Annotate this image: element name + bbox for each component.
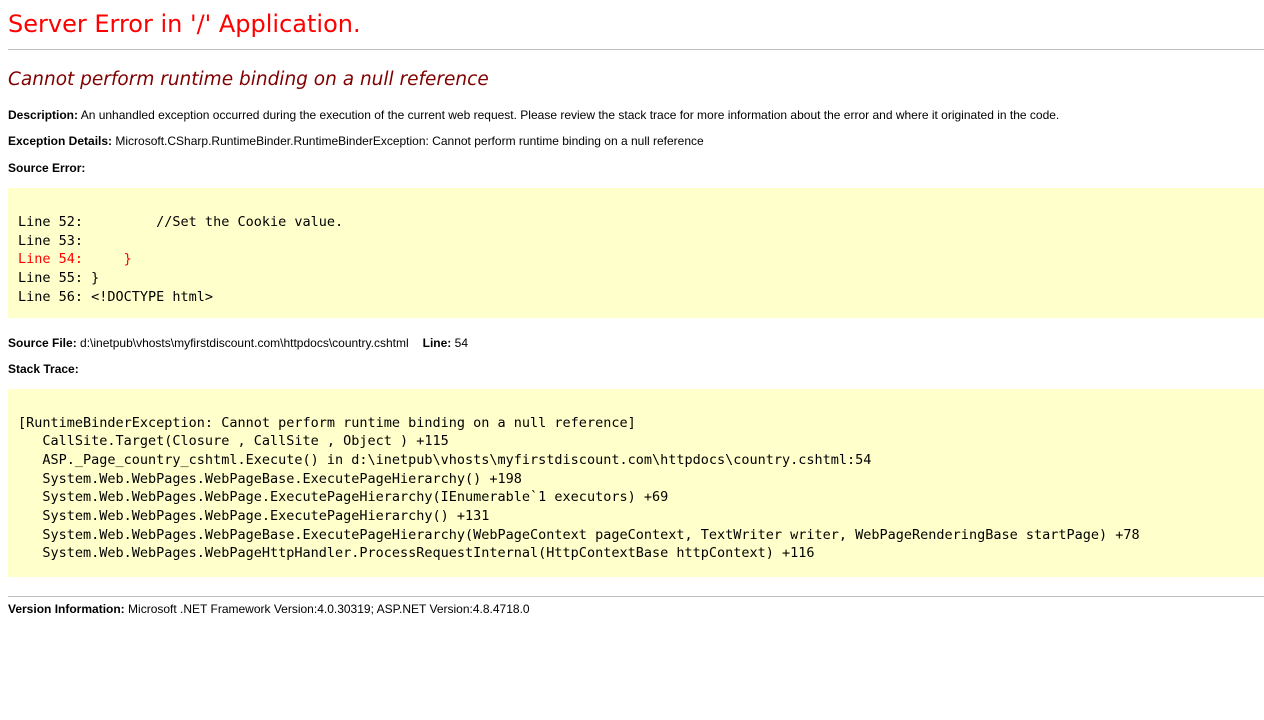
stack-trace-label: Stack Trace: [8, 362, 79, 376]
footer-divider [8, 596, 1264, 597]
source-file-path: d:\inetpub\vhosts\myfirstdiscount.com\ht… [80, 336, 409, 350]
source-error-code-block: Line 52: //Set the Cookie value.Line 53:… [8, 188, 1264, 318]
stack-line: ASP._Page_country_cshtml.Execute() in d:… [18, 451, 1262, 470]
exception-details-text: Microsoft.CSharp.RuntimeBinder.RuntimeBi… [115, 134, 703, 148]
stack-line: CallSite.Target(Closure , CallSite , Obj… [18, 432, 1262, 451]
stack-line: System.Web.WebPages.WebPageBase.ExecuteP… [18, 526, 1262, 545]
exception-details-row: Exception Details: Microsoft.CSharp.Runt… [8, 134, 1264, 148]
version-info-text: Microsoft .NET Framework Version:4.0.303… [128, 602, 530, 616]
code-line: Line 56: <!DOCTYPE html> [18, 288, 1262, 307]
line-number: 54 [455, 336, 468, 350]
source-code: Line 52: //Set the Cookie value.Line 53:… [8, 188, 1264, 318]
stack-line: System.Web.WebPages.WebPageBase.ExecuteP… [18, 470, 1262, 489]
version-info-label: Version Information: [8, 602, 125, 616]
description-row: Description: An unhandled exception occu… [8, 108, 1264, 122]
title-divider [8, 49, 1264, 50]
asp-net-error-page: Server Error in '/' Application. Cannot … [8, 10, 1264, 616]
line-label: Line: [423, 336, 452, 350]
description-text: An unhandled exception occurred during t… [81, 108, 1060, 122]
code-line: Line 53: [18, 232, 1262, 251]
source-error-label-row: Source Error: [8, 161, 1264, 175]
source-file-label: Source File: [8, 336, 77, 350]
stack-trace-code: [RuntimeBinderException: Cannot perform … [8, 389, 1264, 578]
error-subtitle: Cannot perform runtime binding on a null… [8, 69, 1264, 91]
code-line-highlighted: Line 54: } [18, 250, 1262, 269]
stack-line: [RuntimeBinderException: Cannot perform … [18, 414, 1262, 433]
code-line: Line 52: //Set the Cookie value. [18, 213, 1262, 232]
version-info-row: Version Information: Microsoft .NET Fram… [8, 602, 1264, 616]
stack-trace-block: [RuntimeBinderException: Cannot perform … [8, 389, 1264, 578]
stack-line: System.Web.WebPages.WebPageHttpHandler.P… [18, 544, 1262, 563]
source-error-label: Source Error: [8, 161, 85, 175]
stack-line: System.Web.WebPages.WebPage.ExecutePageH… [18, 488, 1262, 507]
code-line: Line 55: } [18, 269, 1262, 288]
stack-line: System.Web.WebPages.WebPage.ExecutePageH… [18, 507, 1262, 526]
description-label: Description: [8, 108, 78, 122]
exception-details-label: Exception Details: [8, 134, 112, 148]
source-file-row: Source File: d:\inetpub\vhosts\myfirstdi… [8, 336, 1264, 350]
stack-trace-label-row: Stack Trace: [8, 362, 1264, 376]
page-title: Server Error in '/' Application. [8, 10, 1264, 38]
